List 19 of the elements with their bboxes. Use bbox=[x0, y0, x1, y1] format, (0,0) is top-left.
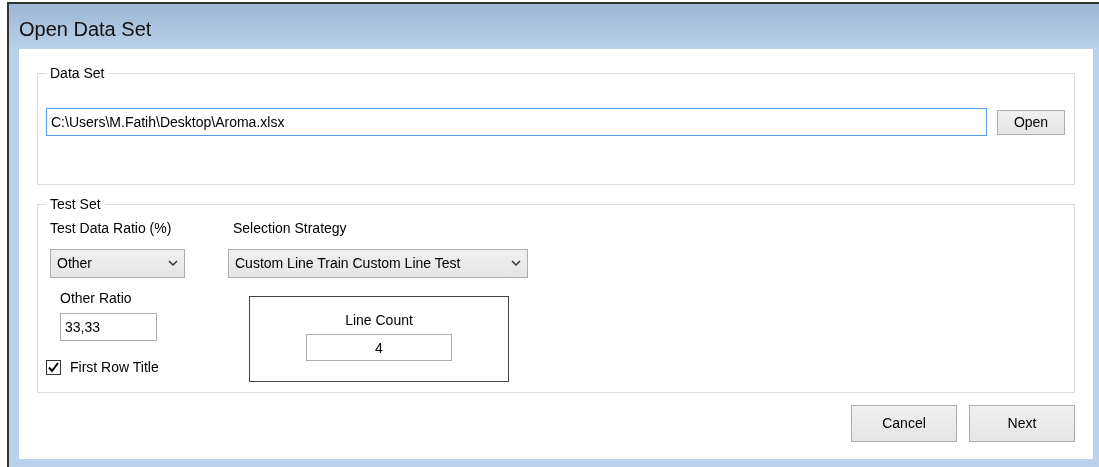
chevron-down-icon bbox=[168, 260, 178, 267]
field-label: Other Ratio bbox=[60, 290, 132, 306]
field-label: Line Count bbox=[345, 312, 413, 328]
field-label: Selection Strategy bbox=[233, 220, 347, 236]
line-count-field[interactable]: 4 bbox=[306, 334, 452, 361]
chevron-down-icon bbox=[511, 260, 521, 267]
checkbox-label: First Row Title bbox=[70, 358, 159, 377]
checkbox[interactable] bbox=[46, 360, 61, 375]
dialog-button[interactable]: Next bbox=[969, 405, 1075, 442]
ratio-field[interactable]: 33,33 bbox=[60, 313, 157, 341]
dialog-button[interactable]: Cancel bbox=[851, 405, 957, 442]
window-title: Open Data Set bbox=[18, 17, 153, 42]
group-legend: Test Set bbox=[46, 196, 105, 212]
open-button[interactable]: Open bbox=[997, 110, 1065, 135]
dropdown[interactable]: Custom Line Train Custom Line Test bbox=[228, 249, 528, 278]
field-label: Test Data Ratio (%) bbox=[50, 220, 173, 236]
group-legend: Data Set bbox=[46, 65, 109, 81]
file-path-field[interactable]: C:\Users\M.Fatih\Desktop\Aroma.xlsx bbox=[46, 108, 987, 136]
dropdown[interactable]: Other bbox=[50, 249, 185, 278]
